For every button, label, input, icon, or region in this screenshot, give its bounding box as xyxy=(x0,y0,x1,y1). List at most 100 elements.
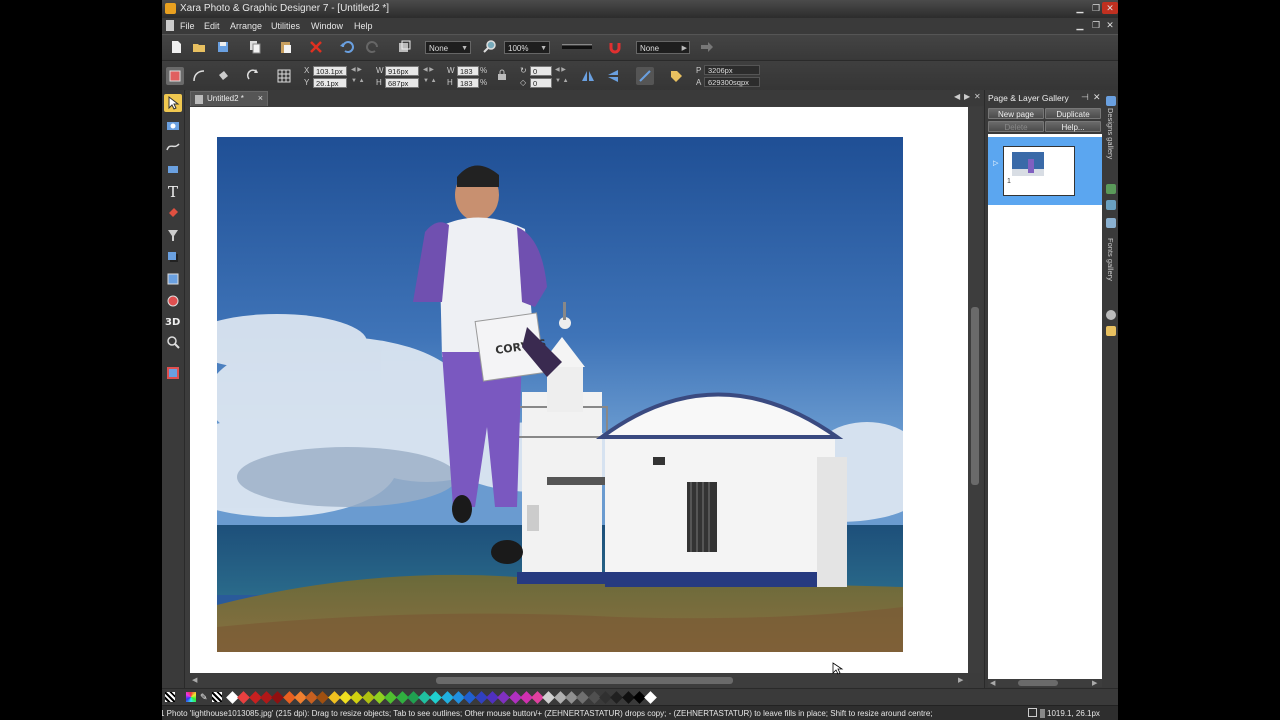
expand-icon[interactable]: ▷ xyxy=(993,159,998,167)
node-edit-icon[interactable] xyxy=(636,67,654,85)
doc-close-button[interactable]: ✕ xyxy=(1102,19,1118,31)
new-file-icon[interactable] xyxy=(167,38,185,56)
document-menu-icon[interactable] xyxy=(166,20,174,31)
selection-mode-icon[interactable] xyxy=(166,67,184,85)
snap-magnet-icon[interactable] xyxy=(606,38,624,56)
flip-vertical-icon[interactable] xyxy=(604,67,622,85)
copy-icon[interactable] xyxy=(246,38,264,56)
fill-tool-icon[interactable] xyxy=(164,204,182,222)
bitmap-gallery-icon[interactable] xyxy=(1106,184,1116,194)
vertical-scroll-thumb[interactable] xyxy=(971,307,979,485)
document-canvas[interactable]: CORVUS xyxy=(190,107,968,673)
menu-arrange[interactable]: Arrange xyxy=(230,21,262,31)
vertical-scrollbar[interactable] xyxy=(968,107,982,673)
width-spinner[interactable]: ◀ ▶ xyxy=(423,66,434,73)
zoom-icon[interactable] xyxy=(481,38,499,56)
gallery-scrollbar[interactable]: ◀ ▶ xyxy=(988,679,1102,687)
y-position-field[interactable]: 26.1px xyxy=(313,78,347,88)
horizontal-scrollbar[interactable]: ◀ ▶ xyxy=(190,674,968,687)
feather-combo[interactable]: None ▶ xyxy=(636,41,690,54)
open-folder-icon[interactable] xyxy=(190,38,208,56)
gallery-close-icon[interactable]: ✕ xyxy=(1093,92,1101,103)
grid-icon[interactable] xyxy=(275,67,293,85)
text-tool-icon[interactable]: T xyxy=(164,182,182,200)
fill-gallery-icon[interactable] xyxy=(1106,218,1116,228)
scroll-right-icon[interactable]: ▶ xyxy=(958,676,963,684)
height-spinner[interactable]: ▼ ▲ xyxy=(423,78,437,84)
x-position-field[interactable]: 103.1px xyxy=(313,66,347,76)
line-width-icon[interactable] xyxy=(560,38,596,56)
width-field[interactable]: 916px xyxy=(385,66,419,76)
transparent-swatch[interactable] xyxy=(212,692,222,702)
measure-tag-icon[interactable] xyxy=(667,67,685,85)
menu-utilities[interactable]: Utilities xyxy=(271,21,300,31)
shadow-tool-icon[interactable] xyxy=(164,248,182,266)
page-thumbnail[interactable] xyxy=(1003,146,1075,196)
x-spinner[interactable]: ◀ ▶ xyxy=(351,66,362,73)
name-gallery-icon[interactable] xyxy=(1106,326,1116,336)
y-spinner[interactable]: ▼ ▲ xyxy=(351,78,365,84)
height-field[interactable]: 687px xyxy=(385,78,419,88)
doc-minimize-button[interactable]: ▁ xyxy=(1072,19,1088,31)
photo-tool-icon[interactable] xyxy=(164,116,182,134)
tab-prev-icon[interactable]: ◀ xyxy=(954,92,960,101)
rectangle-tool-icon[interactable] xyxy=(164,160,182,178)
transform-icon[interactable] xyxy=(395,38,413,56)
redo-icon[interactable] xyxy=(364,38,382,56)
close-tab-icon[interactable]: × xyxy=(258,93,263,103)
3d-tool-icon[interactable]: 3D xyxy=(164,312,182,330)
minimize-button[interactable]: ▁ xyxy=(1072,2,1088,14)
designs-gallery-icon[interactable] xyxy=(1106,96,1116,106)
undo-icon[interactable] xyxy=(338,38,356,56)
color-gallery-icon[interactable] xyxy=(1106,310,1116,320)
color-picker-icon[interactable] xyxy=(186,692,196,702)
page-item-selected[interactable]: ▷ 1 xyxy=(988,137,1102,205)
fill-bucket-icon[interactable] xyxy=(214,67,232,85)
skew-spinner[interactable]: ▼ ▲ xyxy=(555,78,569,84)
help-button[interactable]: Help... xyxy=(1045,121,1101,132)
eyedropper-icon[interactable]: ✎ xyxy=(200,692,210,702)
no-color-swatch[interactable] xyxy=(165,692,175,702)
menu-help[interactable]: Help xyxy=(354,21,373,31)
menu-file[interactable]: File xyxy=(180,21,195,31)
paste-icon[interactable] xyxy=(277,38,295,56)
zoom-tool-icon[interactable] xyxy=(164,334,182,352)
gallery-scroll-thumb[interactable] xyxy=(1018,680,1058,686)
width-scale-field[interactable]: 183 xyxy=(457,66,479,76)
color-swatch[interactable] xyxy=(644,691,657,704)
duplicate-button[interactable]: Duplicate xyxy=(1045,108,1101,119)
photo-object[interactable]: CORVUS xyxy=(217,137,903,652)
delete-button[interactable]: Delete xyxy=(988,121,1044,132)
document-tab[interactable]: Untitled2 * × xyxy=(190,91,268,106)
close-window-button[interactable]: ✕ xyxy=(1102,2,1118,14)
scroll-left-icon[interactable]: ◀ xyxy=(192,676,197,684)
rotation-spinner[interactable]: ◀ ▶ xyxy=(555,66,566,73)
new-page-button[interactable]: New page xyxy=(988,108,1044,119)
freehand-tool-icon[interactable] xyxy=(164,138,182,156)
zoom-combo[interactable]: 100% ▼ xyxy=(504,41,550,54)
delete-icon[interactable] xyxy=(307,38,325,56)
height-scale-field[interactable]: 183 xyxy=(457,78,479,88)
save-icon[interactable] xyxy=(214,38,232,56)
menu-edit[interactable]: Edit xyxy=(204,21,220,31)
curve-icon[interactable] xyxy=(190,67,208,85)
skew-field[interactable]: 0 xyxy=(530,78,552,88)
gallery-scroll-left-icon[interactable]: ◀ xyxy=(990,679,995,687)
rotate-icon[interactable] xyxy=(244,67,262,85)
pin-icon[interactable]: ⊣ xyxy=(1081,92,1089,103)
horizontal-scroll-thumb[interactable] xyxy=(436,677,733,684)
live-effects-icon[interactable] xyxy=(164,364,182,382)
rotation-field[interactable]: 0 xyxy=(530,66,552,76)
flip-horizontal-icon[interactable] xyxy=(579,67,597,85)
menu-window[interactable]: Window xyxy=(311,21,343,31)
quality-combo[interactable]: None ▼ xyxy=(425,41,471,54)
contour-tool-icon[interactable] xyxy=(164,292,182,310)
designs-gallery-tab[interactable]: Designs gallery xyxy=(1106,108,1115,159)
arrow-right-icon[interactable] xyxy=(698,38,716,56)
lock-aspect-icon[interactable] xyxy=(496,69,508,81)
line-gallery-icon[interactable] xyxy=(1106,200,1116,210)
bevel-tool-icon[interactable] xyxy=(164,270,182,288)
tab-close-icon[interactable]: ✕ xyxy=(974,92,981,101)
gallery-scroll-right-icon[interactable]: ▶ xyxy=(1092,679,1097,687)
transparency-tool-icon[interactable] xyxy=(164,226,182,244)
